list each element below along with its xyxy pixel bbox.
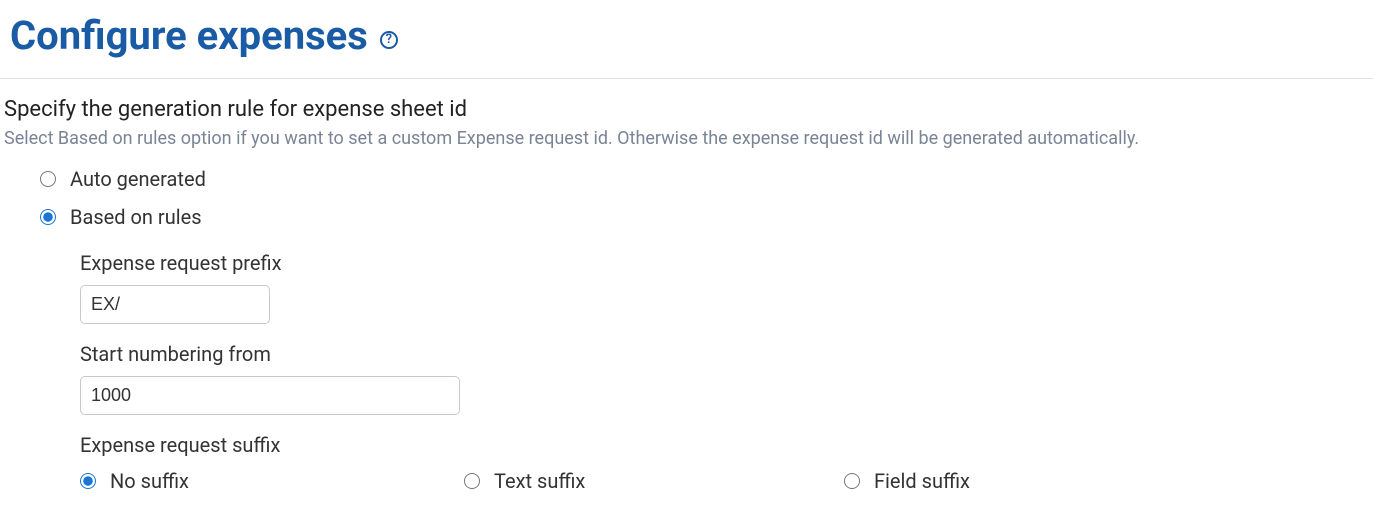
radio-text-suffix-label[interactable]: Text suffix bbox=[494, 469, 585, 493]
radio-based-on-rules[interactable] bbox=[40, 209, 56, 225]
rules-config-block: Expense request prefix Start numbering f… bbox=[4, 243, 1369, 493]
start-number-input[interactable] bbox=[80, 376, 460, 415]
radio-field-suffix-label[interactable]: Field suffix bbox=[874, 469, 970, 493]
prefix-label: Expense request prefix bbox=[80, 251, 1369, 275]
section-subtitle: Select Based on rules option if you want… bbox=[4, 128, 1369, 149]
radio-field-suffix[interactable] bbox=[844, 473, 860, 489]
radio-no-suffix[interactable] bbox=[80, 473, 96, 489]
suffix-label: Expense request suffix bbox=[80, 433, 1369, 457]
radio-based-on-rules-label[interactable]: Based on rules bbox=[70, 205, 202, 229]
expense-prefix-input[interactable] bbox=[80, 285, 270, 324]
section-title: Specify the generation rule for expense … bbox=[4, 97, 1369, 122]
generation-rule-radio-group: Auto generated Based on rules bbox=[4, 167, 1369, 229]
page-title-text: Configure expenses bbox=[10, 14, 368, 58]
radio-no-suffix-label[interactable]: No suffix bbox=[110, 469, 189, 493]
page-title: Configure expenses ? bbox=[10, 14, 398, 58]
radio-auto-generated[interactable] bbox=[40, 171, 56, 187]
help-icon[interactable]: ? bbox=[380, 31, 398, 49]
suffix-radio-group: No suffix Text suffix Field suffix bbox=[80, 469, 1369, 493]
start-number-label: Start numbering from bbox=[80, 342, 1369, 366]
radio-auto-generated-label[interactable]: Auto generated bbox=[70, 167, 206, 191]
radio-text-suffix[interactable] bbox=[464, 473, 480, 489]
